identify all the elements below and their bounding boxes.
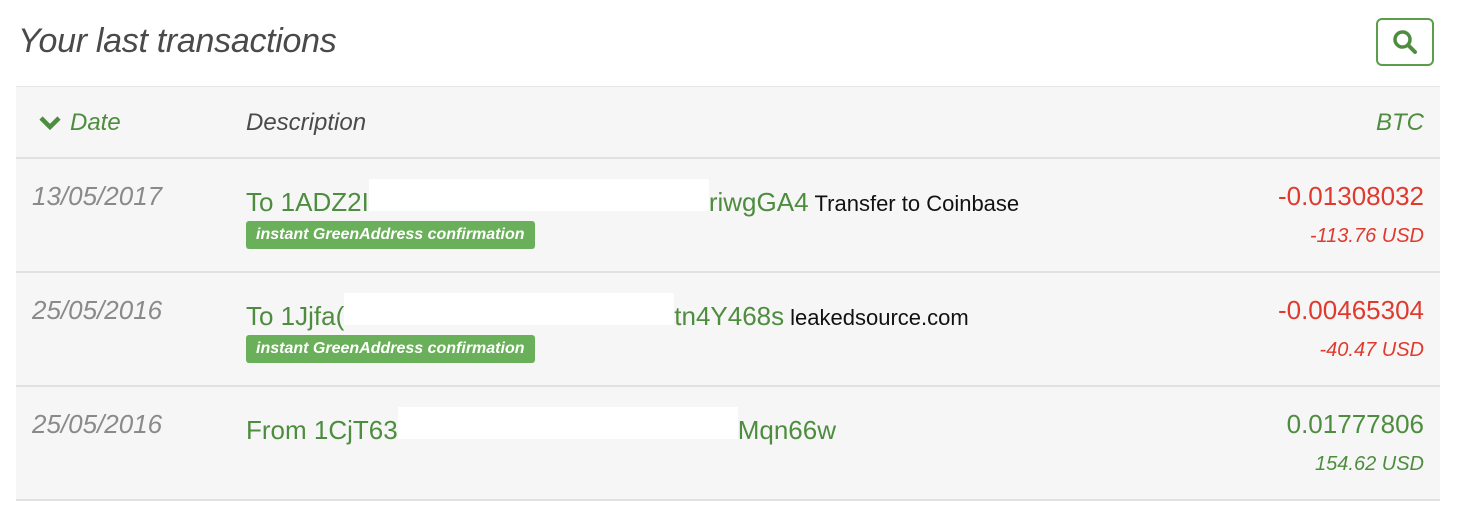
usd-amount: 154.62 USD xyxy=(1315,453,1424,475)
transaction-memo: Transfer to Coinbase xyxy=(814,191,1020,216)
table-row[interactable]: 13/05/2017 To 1ADZ2I riwgGA4 Transfer to… xyxy=(16,159,1440,273)
btc-amount: -0.01308032 xyxy=(1277,181,1424,211)
table-header: Date Description BTC xyxy=(16,86,1440,159)
transaction-description: To 1ADZ2I riwgGA4 Transfer to Coinbase xyxy=(246,179,1019,218)
address-link[interactable]: To 1Jjfa( xyxy=(246,301,344,332)
redaction-block xyxy=(344,293,675,325)
chevron-down-icon xyxy=(39,116,61,131)
transaction-date: 25/05/2016 xyxy=(32,295,163,325)
search-button[interactable] xyxy=(1376,18,1434,66)
address-link[interactable]: To 1ADZ2I xyxy=(246,187,369,218)
table-row[interactable]: 25/05/2016 To 1Jjfa( tn4Y468s leakedsour… xyxy=(16,273,1440,387)
btc-amount: -0.00465304 xyxy=(1277,295,1424,325)
transactions-table: Date Description BTC 13/05/2017 To 1ADZ2… xyxy=(16,86,1440,501)
table-row[interactable]: 25/05/2016 From 1CjT63 Mqn66w 0.01777806… xyxy=(16,387,1440,501)
search-icon xyxy=(1393,30,1417,54)
transaction-date: 25/05/2016 xyxy=(32,409,163,439)
transaction-memo: leakedsource.com xyxy=(790,305,969,330)
description-column-header: Description xyxy=(246,109,367,136)
date-column-label: Date xyxy=(70,109,121,136)
date-column-header[interactable]: Date xyxy=(38,109,121,137)
transaction-description: To 1Jjfa( tn4Y468s leakedsource.com xyxy=(246,293,969,332)
transaction-date: 13/05/2017 xyxy=(32,181,163,211)
address-link-end[interactable]: Mqn66w xyxy=(738,415,836,446)
btc-amount: 0.01777806 xyxy=(1286,409,1424,439)
redaction-block xyxy=(397,407,738,439)
address-link-end[interactable]: riwgGA4 xyxy=(709,187,809,218)
page-title: Your last transactions xyxy=(18,22,337,60)
confirmation-badge: instant GreenAddress confirmation xyxy=(246,335,535,363)
transaction-description: From 1CjT63 Mqn66w xyxy=(246,407,836,446)
confirmation-badge: instant GreenAddress confirmation xyxy=(246,221,535,249)
btc-column-header: BTC xyxy=(1376,109,1424,136)
redaction-block xyxy=(368,179,709,211)
address-link[interactable]: From 1CjT63 xyxy=(246,415,398,446)
address-link-end[interactable]: tn4Y468s xyxy=(674,301,784,332)
usd-amount: -113.76 USD xyxy=(1309,225,1424,247)
usd-amount: -40.47 USD xyxy=(1319,339,1425,361)
